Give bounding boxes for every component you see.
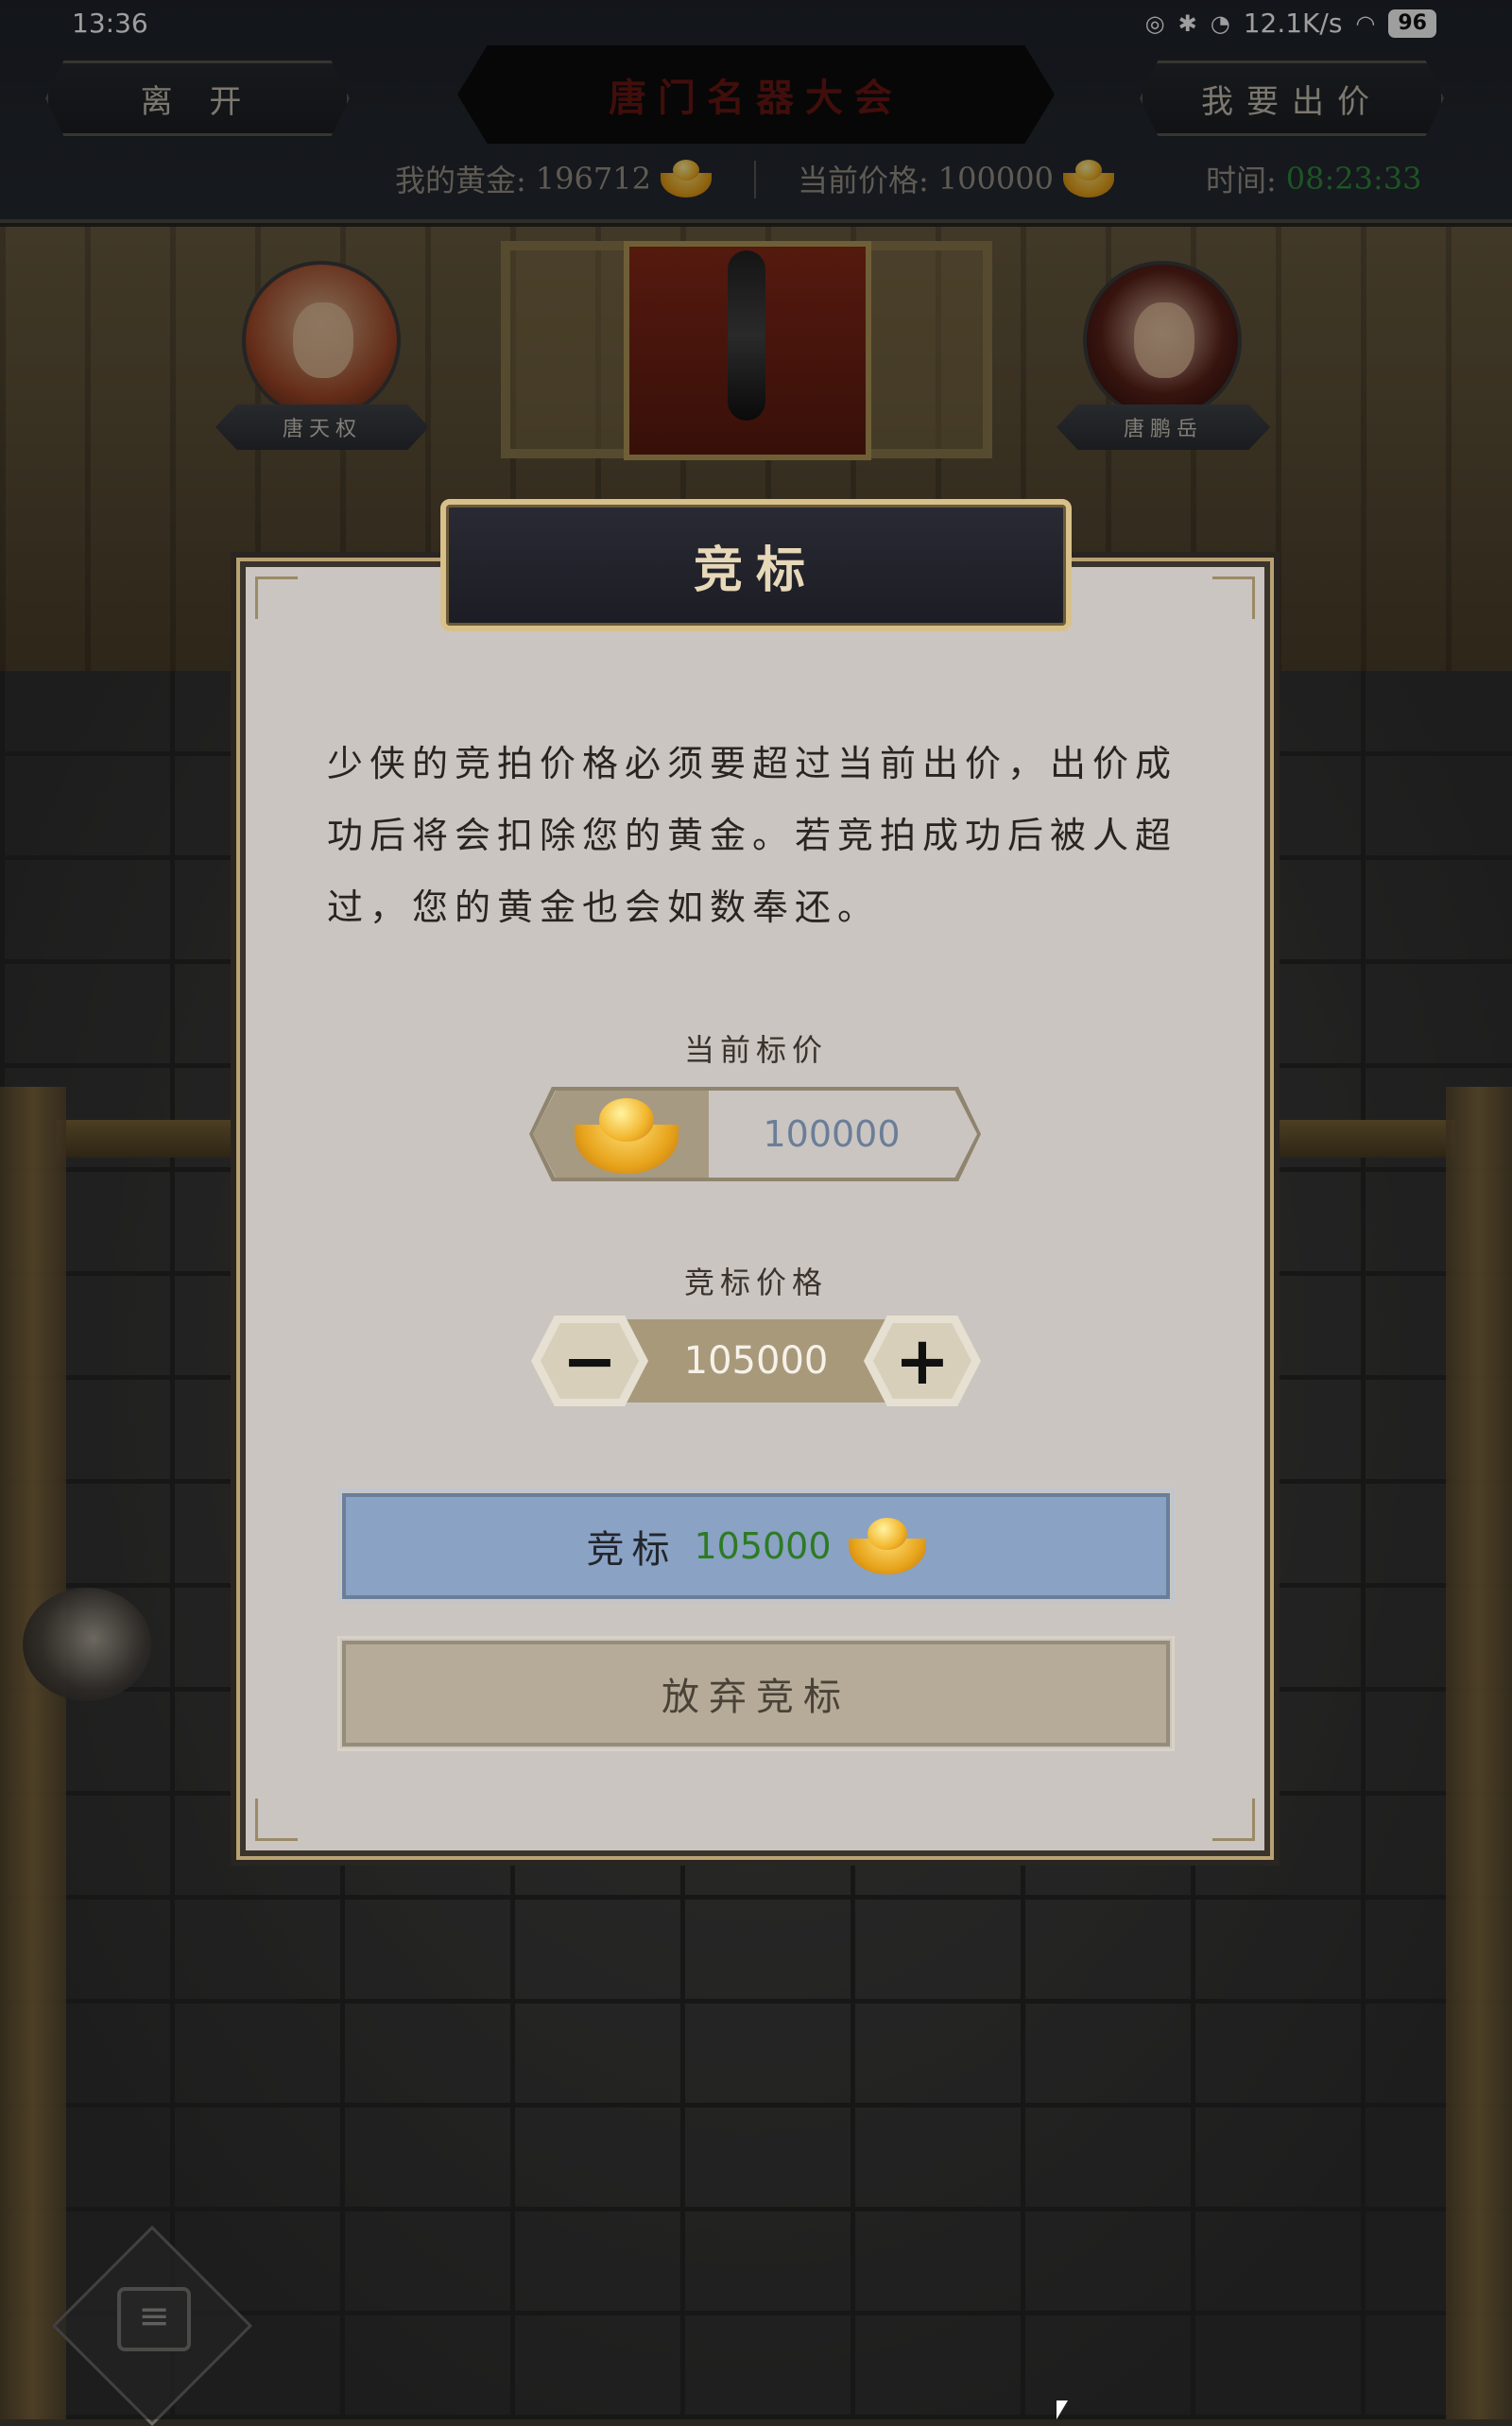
mouse-cursor-icon bbox=[1057, 2400, 1068, 2419]
current-bid-display: 100000 bbox=[529, 1087, 981, 1181]
ornament-corner bbox=[1212, 1798, 1255, 1841]
ornament-corner bbox=[255, 576, 298, 619]
dialog-title: 竞标 bbox=[440, 499, 1072, 631]
minus-icon: − bbox=[561, 1322, 618, 1400]
decrease-button[interactable]: − bbox=[531, 1316, 648, 1406]
confirm-bid-amount: 105000 bbox=[694, 1525, 832, 1567]
confirm-bid-button[interactable]: 竞标 105000 bbox=[337, 1488, 1175, 1604]
bid-price-label: 竞标价格 bbox=[683, 1265, 828, 1300]
increase-button[interactable]: + bbox=[864, 1316, 981, 1406]
abandon-bid-button[interactable]: 放弃竞标 bbox=[337, 1636, 1175, 1751]
gold-ingot-icon bbox=[575, 1098, 679, 1174]
gold-ingot-icon bbox=[848, 1518, 926, 1574]
bid-price-value[interactable]: 105000 bbox=[644, 1319, 868, 1402]
bid-price-stepper: 105000 − + bbox=[531, 1316, 981, 1406]
ornament-corner bbox=[1212, 576, 1255, 619]
plus-icon: + bbox=[894, 1322, 951, 1400]
current-bid-label: 当前标价 bbox=[683, 1032, 828, 1068]
current-bid-value: 100000 bbox=[763, 1113, 901, 1155]
confirm-bid-label: 竞标 bbox=[586, 1528, 678, 1572]
ornament-corner bbox=[255, 1798, 298, 1841]
dialog-description: 少侠的竞拍价格必须要超过当前出价，出价成功后将会扣除您的黄金。若竞拍成功后被人超… bbox=[327, 743, 1178, 928]
